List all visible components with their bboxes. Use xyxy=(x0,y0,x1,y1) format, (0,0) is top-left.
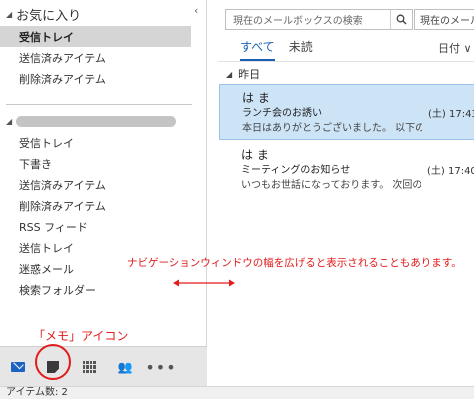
group-header-yesterday[interactable]: ◢ 昨日 xyxy=(226,65,260,83)
folder-item-label: 送信トレイ xyxy=(19,241,74,255)
search-scope-dropdown[interactable]: 現在のメールボ xyxy=(414,9,474,30)
folder-item-inbox[interactable]: 受信トレイ xyxy=(0,132,191,153)
folder-item-label: 受信トレイ xyxy=(19,136,74,150)
filter-unread-tab[interactable]: 未読 xyxy=(289,38,313,55)
folder-item-label: 送信済みアイテム xyxy=(19,178,106,192)
folder-item-rss[interactable]: RSS フィード xyxy=(0,216,191,237)
status-bar: アイテム数: 2 xyxy=(0,386,474,399)
message-subject: ランチ会のお誘い xyxy=(242,108,322,119)
sort-by-date-dropdown[interactable]: 日付 ∨ xyxy=(438,40,472,56)
collapse-triangle-icon[interactable]: ◢ xyxy=(6,117,12,126)
message-preview: 本日はありがとうございました。 以下の日 xyxy=(242,123,422,134)
people-icon[interactable]: 👥 xyxy=(111,347,139,387)
message-row[interactable]: は ま ミーティングのお知らせ いつもお世話になっております。 次回のミー (土… xyxy=(219,142,474,198)
folder-item-search-folders[interactable]: 検索フォルダー xyxy=(0,279,191,300)
filter-tabs: すべて 未読 xyxy=(240,38,313,61)
nav-width-annotation: ナビゲーションウィンドウの幅を広げると表示されることもあります。 xyxy=(127,257,462,269)
search-placeholder: 現在のメールボックスの検索 xyxy=(233,16,363,27)
folder-item-label: RSS フィード xyxy=(19,220,88,234)
item-count: アイテム数: 2 xyxy=(6,387,68,398)
blurred-account-name xyxy=(16,115,177,127)
favorites-header[interactable]: ◢ お気に入り xyxy=(6,4,81,24)
message-date: (土) 17:43 xyxy=(428,109,474,120)
search-scope-label: 現在のメールボ xyxy=(420,16,474,27)
collapse-triangle-icon[interactable]: ◢ xyxy=(226,70,232,79)
list-divider xyxy=(218,61,474,62)
folder-item-label: 迷惑メール xyxy=(19,262,74,276)
search-input[interactable]: 現在のメールボックスの検索 xyxy=(225,9,413,30)
favorite-item-label: 削除済みアイテム xyxy=(19,72,106,86)
favorite-item-label: 送信済みアイテム xyxy=(19,51,106,65)
favorite-item-deleted[interactable]: 削除済みアイテム xyxy=(0,68,191,89)
more-icon[interactable]: ••• xyxy=(145,347,175,387)
message-row[interactable]: は ま ランチ会のお誘い 本日はありがとうございました。 以下の日 (土) 17… xyxy=(219,84,474,140)
folder-item-deleted[interactable]: 削除済みアイテム xyxy=(0,195,191,216)
module-bar: 👥 ••• xyxy=(0,346,207,386)
folder-item-label: 削除済みアイテム xyxy=(19,199,106,213)
group-header-label: 昨日 xyxy=(238,68,261,81)
folder-item-drafts[interactable]: 下書き xyxy=(0,153,191,174)
search-icon[interactable] xyxy=(390,10,412,29)
account-header[interactable]: ◢ xyxy=(6,111,177,131)
calendar-icon[interactable] xyxy=(75,347,103,387)
memo-highlight-circle xyxy=(35,344,71,380)
double-arrow-icon xyxy=(173,279,235,287)
nav-divider xyxy=(6,104,192,105)
favorite-item-sent[interactable]: 送信済みアイテム xyxy=(0,47,191,68)
favorite-item-label: 受信トレイ xyxy=(19,30,74,44)
filter-all-tab[interactable]: すべて xyxy=(240,38,275,61)
message-subject: ミーティングのお知らせ xyxy=(241,165,351,176)
message-preview: いつもお世話になっております。 次回のミー xyxy=(241,180,421,191)
memo-annotation: 「メモ」アイコン xyxy=(33,329,129,343)
collapse-triangle-icon[interactable]: ◢ xyxy=(6,10,12,19)
favorites-header-label: お気に入り xyxy=(16,8,82,24)
favorite-item-inbox[interactable]: 受信トレイ xyxy=(0,26,191,47)
folder-item-label: 検索フォルダー xyxy=(19,283,96,297)
folder-item-sent[interactable]: 送信済みアイテム xyxy=(0,174,191,195)
mail-icon[interactable] xyxy=(4,347,32,387)
message-date: (土) 17:40 xyxy=(427,166,474,177)
folder-item-label: 下書き xyxy=(19,157,52,171)
chevron-left-icon[interactable]: ‹ xyxy=(194,4,198,17)
